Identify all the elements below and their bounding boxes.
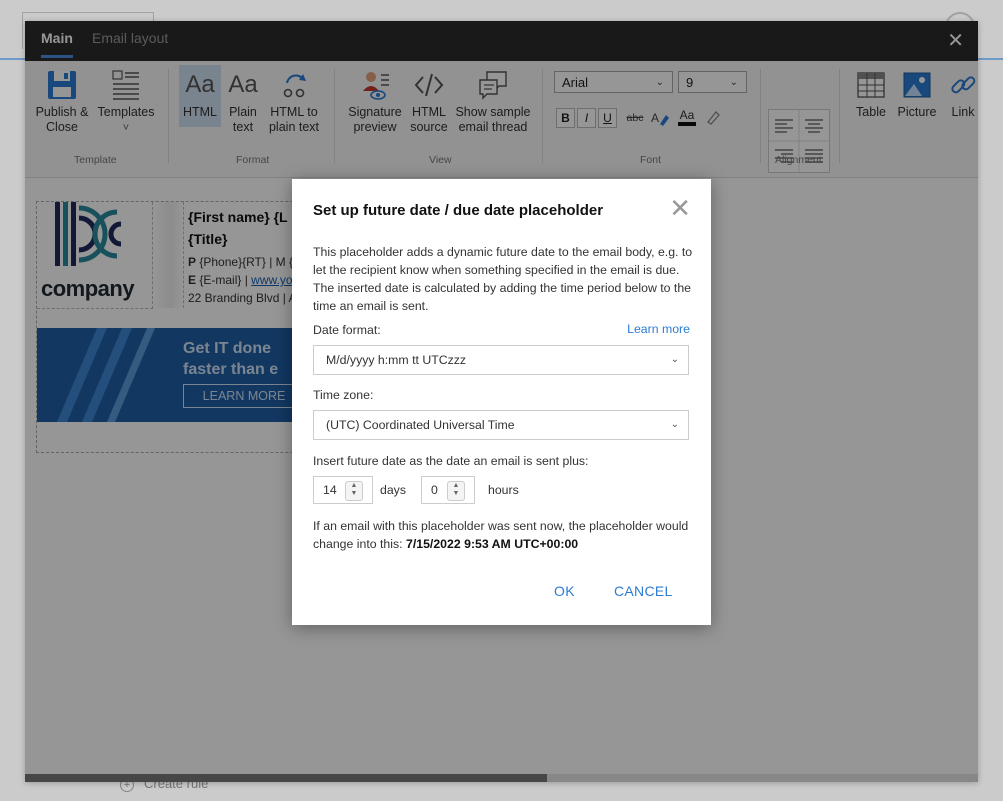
stepper-arrows-icon[interactable]: ▲ ▼ bbox=[447, 481, 465, 501]
dialog-close-button[interactable]: ✕ bbox=[669, 195, 691, 221]
learn-more-link[interactable]: Learn more bbox=[627, 322, 690, 336]
hours-unit-label: hours bbox=[488, 483, 519, 497]
dialog-description: This placeholder adds a dynamic future d… bbox=[313, 245, 693, 313]
future-date-dialog: Set up future date / due date placeholde… bbox=[292, 179, 711, 625]
dialog-title: Set up future date / due date placeholde… bbox=[313, 202, 604, 219]
chevron-down-icon: ⌄ bbox=[670, 354, 679, 365]
offset-label: Insert future date as the date an email … bbox=[313, 454, 589, 468]
hours-stepper[interactable]: 0 ▲ ▼ bbox=[421, 476, 475, 504]
stepper-arrows-icon[interactable]: ▲ ▼ bbox=[345, 481, 363, 501]
date-format-value: M/d/yyyy h:mm tt UTCzzz bbox=[326, 353, 467, 367]
date-format-label: Date format: bbox=[313, 323, 381, 337]
time-zone-select[interactable]: (UTC) Coordinated Universal Time ⌄ bbox=[313, 410, 689, 440]
chevron-down-icon: ⌄ bbox=[670, 419, 679, 430]
days-stepper[interactable]: 14 ▲ ▼ bbox=[313, 476, 373, 504]
hours-value: 0 bbox=[431, 483, 438, 497]
time-zone-label: Time zone: bbox=[313, 388, 374, 402]
preview-text: If an email with this placeholder was se… bbox=[313, 517, 693, 553]
preview-value: 7/15/2022 9:53 AM UTC+00:00 bbox=[405, 537, 579, 551]
date-format-select[interactable]: M/d/yyyy h:mm tt UTCzzz ⌄ bbox=[313, 345, 689, 375]
days-value: 14 bbox=[323, 483, 337, 497]
ok-button[interactable]: OK bbox=[554, 583, 575, 599]
time-zone-value: (UTC) Coordinated Universal Time bbox=[326, 418, 515, 432]
cancel-button[interactable]: CANCEL bbox=[614, 583, 673, 599]
days-unit-label: days bbox=[380, 483, 406, 497]
